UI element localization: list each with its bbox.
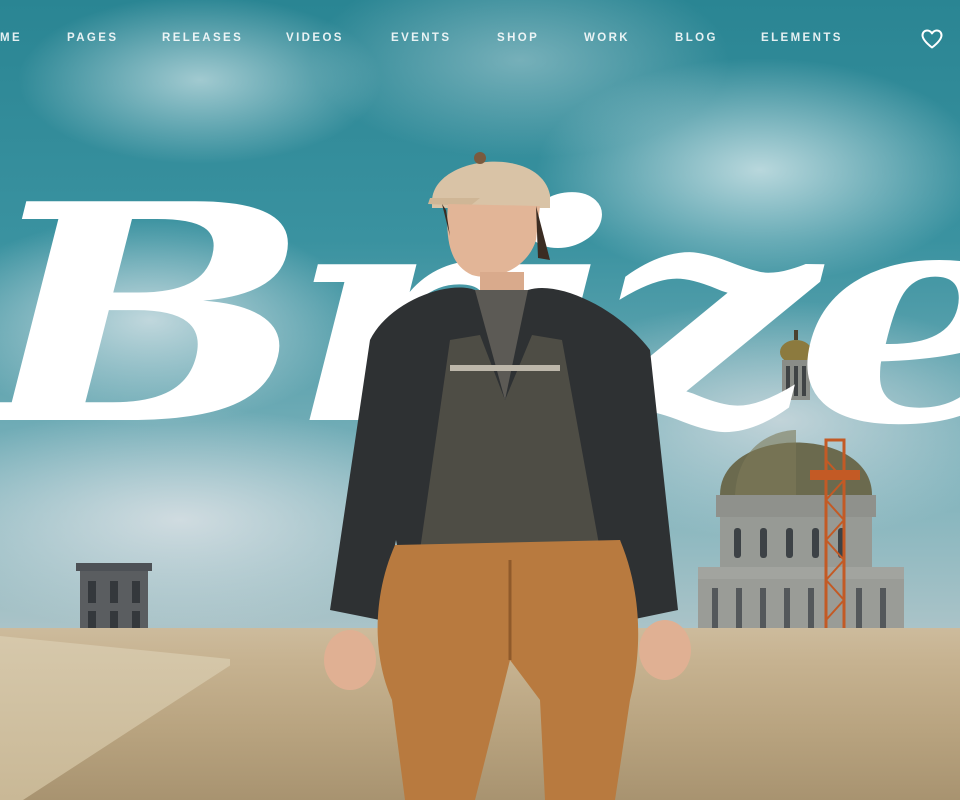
nav-item-pages[interactable]: PAGES [67, 32, 118, 44]
nav-item-blog[interactable]: BLOG [675, 32, 718, 44]
nav-item-videos[interactable]: VIDEOS [286, 32, 344, 44]
heart-icon[interactable] [920, 27, 944, 51]
nav-item-home[interactable]: ME [0, 32, 22, 44]
nav-item-elements[interactable]: ELEMENTS [761, 32, 843, 44]
main-navigation: ME PAGES RELEASES VIDEOS EVENTS SHOP WOR… [0, 0, 960, 80]
nav-item-releases[interactable]: RELEASES [162, 32, 243, 44]
seated-person [324, 152, 691, 800]
capitol-dome [698, 330, 904, 630]
hero-section: ME PAGES RELEASES VIDEOS EVENTS SHOP WOR… [0, 0, 960, 800]
nav-item-work[interactable]: WORK [584, 32, 630, 44]
nav-item-shop[interactable]: SHOP [497, 32, 539, 44]
nav-item-events[interactable]: EVENTS [391, 32, 451, 44]
